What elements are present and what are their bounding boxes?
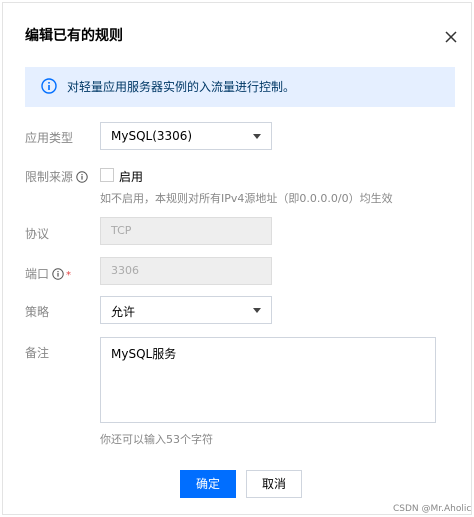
port-input: 3306 — [100, 257, 272, 285]
info-icon — [41, 78, 57, 94]
port-label-row: 端口 * — [25, 265, 71, 282]
policy-select[interactable]: 允许 — [100, 296, 272, 324]
policy-value: 允许 — [111, 305, 136, 319]
source-limit-hint: 如不启用，本规则对所有IPv4源地址（即0.0.0.0/0）均生效 — [100, 192, 393, 205]
app-type-select[interactable]: MySQL(3306) — [100, 122, 272, 150]
help-icon[interactable] — [76, 171, 88, 183]
info-notice: 对轻量应用服务器实例的入流量进行控制。 — [25, 67, 455, 107]
protocol-label: 协议 — [25, 227, 50, 241]
help-icon[interactable] — [52, 268, 64, 280]
policy-label: 策略 — [25, 305, 50, 319]
protocol-input: TCP — [100, 217, 272, 245]
port-label: 端口 — [25, 267, 50, 281]
required-mark: * — [66, 270, 72, 281]
enable-source-limit-checkbox[interactable] — [100, 168, 114, 182]
app-type-value: MySQL(3306) — [111, 129, 193, 143]
chevron-down-icon — [253, 308, 261, 313]
remark-label: 备注 — [25, 346, 50, 360]
dialog-title: 编辑已有的规则 — [25, 28, 123, 44]
notice-text: 对轻量应用服务器实例的入流量进行控制。 — [67, 80, 296, 94]
port-value: 3306 — [111, 264, 139, 277]
confirm-button[interactable]: 确定 — [180, 470, 236, 498]
source-limit-label: 限制来源 — [25, 170, 74, 184]
edit-rule-dialog: 编辑已有的规则 对轻量应用服务器实例的入流量进行控制。 应用类型 MySQL(3… — [2, 2, 472, 515]
enable-checkbox-label[interactable]: 启用 — [119, 168, 143, 185]
app-type-label: 应用类型 — [25, 131, 74, 145]
remark-value: MySQL服务 — [111, 347, 177, 361]
remark-textarea[interactable]: MySQL服务 — [100, 337, 436, 423]
cancel-button[interactable]: 取消 — [246, 470, 302, 498]
protocol-value: TCP — [111, 224, 132, 237]
remark-char-count: 你还可以输入53个字符 — [100, 433, 213, 446]
watermark: CSDN @Mr.Aholic — [393, 504, 472, 514]
close-icon[interactable] — [441, 27, 461, 47]
chevron-down-icon — [253, 134, 261, 139]
source-limit-label-row: 限制来源 — [25, 168, 88, 185]
